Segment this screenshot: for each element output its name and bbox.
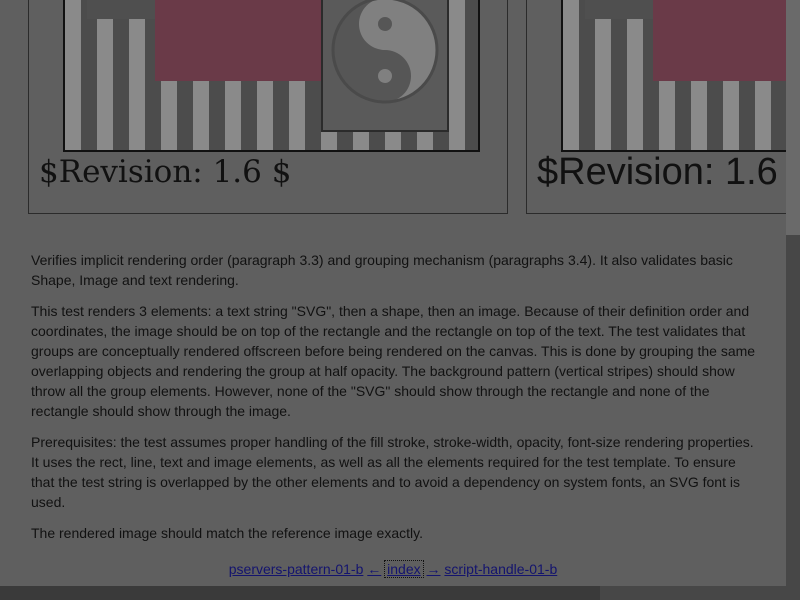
overlap-rectangle xyxy=(653,0,799,81)
vertical-scrollbar-thumb[interactable] xyxy=(786,0,800,235)
reference-frame xyxy=(561,0,799,152)
prev-test-link[interactable]: pservers-pattern-01-b xyxy=(229,561,364,577)
test-navigation: pservers-pattern-01-b ← index → script-h… xyxy=(0,560,786,578)
reference-image-panel: $Revision: 1.6 xyxy=(526,0,800,214)
revision-label: $Revision: 1.6 xyxy=(537,151,778,193)
test-description: Verifies implicit rendering order (parag… xyxy=(31,250,756,554)
svg-text-block xyxy=(87,0,157,19)
description-paragraph: The rendered image should match the refe… xyxy=(31,525,423,541)
description-paragraph: This test renders 3 elements: a text str… xyxy=(31,303,756,419)
next-test-link[interactable]: script-handle-01-b xyxy=(444,561,557,577)
description-paragraph: Prerequisites: the test assumes proper h… xyxy=(31,434,754,510)
test-frame xyxy=(63,0,480,152)
next-arrow-link[interactable]: → xyxy=(427,561,441,577)
description-paragraph: Verifies implicit rendering order (parag… xyxy=(31,252,733,288)
test-image-panel: $Revision: 1.6 $ xyxy=(28,0,508,214)
overlap-rectangle xyxy=(155,0,325,81)
test-image xyxy=(321,0,449,132)
yin-yang-icon xyxy=(331,0,439,104)
horizontal-scrollbar[interactable] xyxy=(0,586,786,600)
svg-text-block xyxy=(585,0,655,19)
vertical-scrollbar[interactable] xyxy=(786,0,800,600)
horizontal-scrollbar-thumb[interactable] xyxy=(0,586,600,600)
revision-label: $Revision: 1.6 $ xyxy=(39,154,292,190)
index-link[interactable]: index xyxy=(384,560,424,578)
prev-arrow-link[interactable]: ← xyxy=(367,561,381,577)
